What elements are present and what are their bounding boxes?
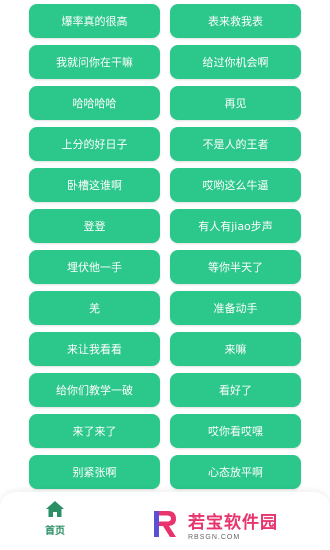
nav-item-home[interactable]: 首页 [30,500,80,544]
sound-button[interactable]: 哎你看哎嘿 [170,414,301,448]
watermark-logo: 若宝软件园 RBSGN.COM [150,504,325,544]
watermark-title: 若宝软件园 [188,512,278,533]
sound-button[interactable]: 不是人的王者 [170,127,301,161]
sound-button[interactable]: 卧槽这谁啊 [29,168,160,202]
sound-button[interactable]: 心态放平啊 [170,455,301,489]
sound-button[interactable]: 别紧张啊 [29,455,160,489]
sound-button-grid: 爆率真的很高 表来救我表 我就问你在干嘛 给过你机会啊 哈哈哈哈 再见 上分的好… [0,4,330,489]
sound-button[interactable]: 准备动手 [170,291,301,325]
sound-button[interactable]: 埋伏他一手 [29,250,160,284]
sound-button[interactable]: 看好了 [170,373,301,407]
sound-button[interactable]: 哈哈哈哈 [29,86,160,120]
sound-button[interactable]: 爆率真的很高 [29,4,160,38]
sound-button[interactable]: 羌 [29,291,160,325]
nav-item-home-label: 首页 [45,526,65,537]
sound-button[interactable]: 来了来了 [29,414,160,448]
sound-button[interactable]: 再见 [170,86,301,120]
sound-button[interactable]: 上分的好日子 [29,127,160,161]
sound-button[interactable]: 给过你机会啊 [170,45,301,79]
sound-button[interactable]: 登登 [29,209,160,243]
watermark-subtitle: RBSGN.COM [188,533,241,541]
sound-button[interactable]: 有人有jiao步声 [170,209,301,243]
rb-logo-icon [154,511,176,537]
sound-button[interactable]: 等你半天了 [170,250,301,284]
sound-button[interactable]: 给你们教学一破 [29,373,160,407]
sound-button[interactable]: 哎哟这么牛逼 [170,168,301,202]
sound-button[interactable]: 来让我看看 [29,332,160,366]
sound-button[interactable]: 来嘛 [170,332,301,366]
home-icon [46,501,64,517]
sound-button[interactable]: 表来救我表 [170,4,301,38]
sound-button[interactable]: 我就问你在干嘛 [29,45,160,79]
